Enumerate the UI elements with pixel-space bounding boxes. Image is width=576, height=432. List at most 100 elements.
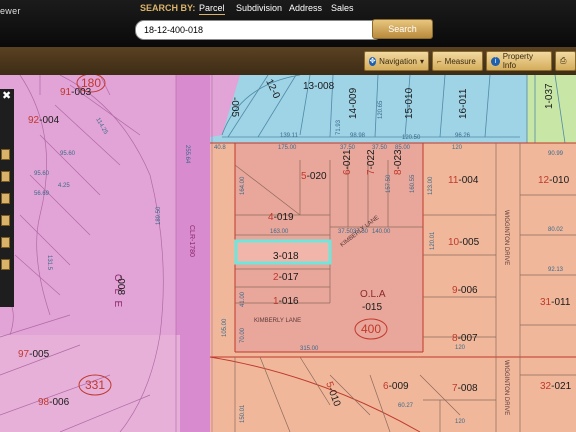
tab-parcel[interactable]: Parcel (199, 3, 225, 15)
parcel-num: -008 (458, 383, 478, 394)
svg-text:15-010: 15-010 (404, 87, 415, 119)
dim-label: 80.02 (548, 227, 564, 233)
dim-label: 120.01 (430, 231, 436, 250)
search-button[interactable]: Search (372, 19, 433, 39)
parcel-num: -005 (459, 237, 479, 248)
dim-label: 139.11 (280, 133, 299, 139)
dim-label: 71.93 (336, 119, 342, 135)
dim-label: 164.00 (240, 176, 246, 195)
dim-label: 95.60 (60, 151, 76, 157)
layer-toggle[interactable] (1, 171, 10, 182)
svg-text:3-018: 3-018 (273, 251, 299, 262)
svg-text:91-003: 91-003 (60, 87, 92, 98)
svg-text:9-006: 9-006 (452, 285, 478, 296)
property-info-button[interactable]: i Property Info (486, 51, 552, 71)
section-code-label: CLR-1780 (188, 225, 195, 257)
parcel-num: -016 (279, 296, 299, 307)
layer-toggle[interactable] (1, 193, 10, 204)
parcel-id: 16 (458, 107, 469, 119)
svg-text:31-011: 31-011 (540, 297, 571, 308)
tab-sales[interactable]: Sales (331, 3, 354, 13)
circle-label-331: 331 (85, 378, 105, 392)
parcel-num: -021 (551, 381, 571, 392)
svg-text:16-011: 16-011 (458, 88, 469, 119)
street-label-kimberly-2: KIMBERLY LANE (254, 318, 301, 324)
svg-text:2-017: 2-017 (273, 272, 299, 283)
svg-text:1-016: 1-016 (273, 296, 299, 307)
circle-label-400: 400 (361, 322, 381, 336)
dim-label: 123.00 (428, 176, 434, 195)
parcel-num: -008 (314, 81, 334, 92)
search-input[interactable] (135, 20, 383, 40)
dim-label: 315.00 (300, 346, 319, 352)
layer-toggle[interactable] (1, 237, 10, 248)
svg-text:11-004: 11-004 (448, 175, 479, 186)
property-info-label: Property Info (502, 52, 533, 70)
parcel-num: -023 (393, 149, 404, 169)
parcel-id: 15 (404, 107, 415, 119)
parcel-id: 13 (303, 81, 315, 92)
app-title: ewer (0, 6, 21, 16)
dim-label: 98.98 (350, 133, 366, 139)
dim-label: 96.26 (455, 133, 471, 139)
parcel-num: -005 (29, 349, 49, 360)
dim-label: 157.50 (386, 174, 392, 193)
dim-label: 163.00 (270, 229, 289, 235)
dim-label: 160.55 (410, 174, 416, 193)
parcel-num: -009 (389, 381, 409, 392)
dim-label: 120 (455, 345, 466, 351)
svg-text:5-020: 5-020 (301, 171, 327, 182)
dim-label: 120.50 (402, 135, 421, 141)
parcel-num: -021 (342, 149, 353, 169)
dim-label: 120 (455, 419, 466, 425)
parcel-id: 10 (448, 237, 460, 248)
layer-toggle[interactable] (1, 149, 10, 160)
layer-toggle[interactable] (1, 215, 10, 226)
parcel-num: -010 (404, 87, 415, 107)
dim-label: 37.50 (340, 145, 356, 151)
svg-text:7-022: 7-022 (366, 149, 377, 175)
ruler-icon: ⌐ (437, 56, 442, 66)
dim-label: 255.64 (184, 145, 190, 164)
svg-text:-015: -015 (362, 302, 382, 313)
parcel-num: -006 (49, 397, 69, 408)
parcel-num: -010 (549, 175, 569, 186)
tab-address[interactable]: Address (289, 3, 322, 13)
svg-text:10-005: 10-005 (448, 237, 480, 248)
parcel-id: 98 (38, 397, 50, 408)
dim-label: 40.8 (214, 145, 226, 151)
dim-label: 37.50 (372, 145, 388, 151)
parcel-id: 11 (448, 175, 459, 186)
layer-toggle[interactable] (1, 259, 10, 270)
parcel-num: -007 (458, 333, 478, 344)
parcel-num: -003 (71, 87, 91, 98)
tab-subdivision[interactable]: Subdivision (236, 3, 282, 13)
measure-button[interactable]: ⌐ Measure (432, 51, 483, 71)
parcel-num: -022 (366, 149, 377, 169)
svg-text:32-021: 32-021 (540, 381, 572, 392)
parcel-map[interactable]: 180 400 331 O L E O.L.A CLR-1780 KIMBERL… (0, 75, 576, 432)
street-label-wigginton-1: WIGGINTON DRIVE (503, 210, 509, 265)
dim-label: 60.27 (398, 403, 414, 409)
navigation-button[interactable]: ✥ Navigation ▾ (364, 51, 429, 71)
parcel-num: -004 (458, 175, 478, 186)
parcel-num: -037 (544, 83, 555, 103)
dim-label: 95.60 (34, 171, 50, 177)
print-button[interactable]: ⎙ (555, 51, 576, 71)
subdivision-label-ola: O.L.A (360, 289, 386, 300)
printer-icon: ⎙ (560, 56, 567, 65)
svg-text:97-005: 97-005 (18, 349, 50, 360)
svg-text:13-008: 13-008 (303, 81, 335, 92)
parcel-num: -004 (39, 115, 59, 126)
dim-label: 92.13 (548, 267, 564, 273)
svg-text:8-007: 8-007 (452, 333, 478, 344)
svg-text:8-023: 8-023 (393, 149, 404, 175)
dim-label: 140.00 (372, 229, 391, 235)
parcel-id: 97 (18, 349, 30, 360)
street-label-wigginton-2: WIGGINTON DRIVE (503, 360, 509, 415)
svg-text:6-009: 6-009 (383, 381, 409, 392)
parcel-num: -020 (307, 171, 327, 182)
parcel-num: -008 (115, 275, 126, 295)
dim-label: 120 (452, 145, 463, 151)
close-icon[interactable]: ✖ (2, 91, 13, 102)
